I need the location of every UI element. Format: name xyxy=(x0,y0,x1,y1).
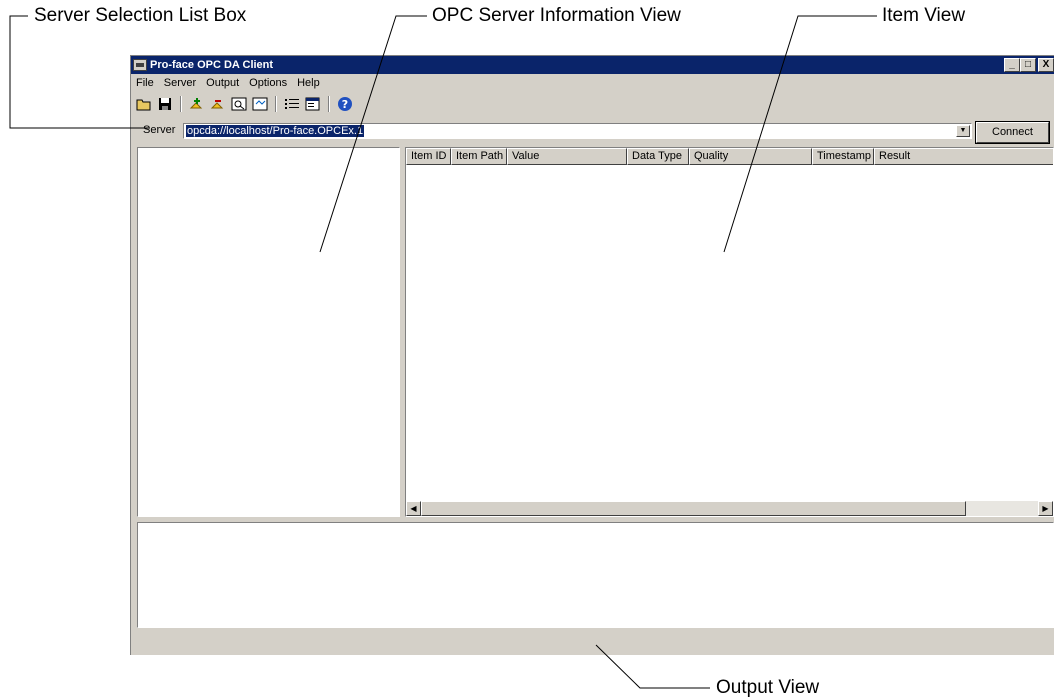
server-selection-list-box[interactable]: opcda://localhost/Pro-face.OPCEx.1 ▼ xyxy=(183,123,972,139)
column-header-result[interactable]: Result xyxy=(874,148,1053,165)
minimize-button[interactable]: _ xyxy=(1004,58,1020,72)
horizontal-scrollbar[interactable]: ◀ ▶ xyxy=(406,501,1053,516)
menu-server[interactable]: Server xyxy=(159,75,201,91)
menu-file[interactable]: File xyxy=(131,75,159,91)
item-table-header: Item ID Item Path Value Data Type Qualit… xyxy=(406,148,1053,165)
toolbar-separator xyxy=(275,96,277,112)
status-bar xyxy=(131,632,1054,654)
callout-output-view: Output View xyxy=(716,677,820,698)
column-header-data-type[interactable]: Data Type xyxy=(627,148,689,165)
save-icon[interactable] xyxy=(156,95,174,113)
app-window: Pro-face OPC DA Client _ □ X File Server… xyxy=(130,55,1054,655)
svg-text:?: ? xyxy=(342,98,348,111)
menu-help[interactable]: Help xyxy=(292,75,325,91)
server-row: Server opcda://localhost/Pro-face.OPCEx.… xyxy=(131,119,1054,144)
callout-item-view: Item View xyxy=(882,5,966,26)
title-bar[interactable]: Pro-face OPC DA Client _ □ X xyxy=(131,56,1054,74)
refresh-icon[interactable] xyxy=(251,95,269,113)
close-button[interactable]: X xyxy=(1038,58,1054,72)
menu-output[interactable]: Output xyxy=(201,75,244,91)
scroll-left-icon[interactable]: ◀ xyxy=(406,501,421,516)
help-icon[interactable]: ? xyxy=(336,95,354,113)
window-title: Pro-face OPC DA Client xyxy=(150,59,274,71)
column-header-item-id[interactable]: Item ID xyxy=(406,148,451,165)
list-icon[interactable] xyxy=(283,95,301,113)
connect-button[interactable]: Connect xyxy=(975,121,1050,144)
remove-server-icon[interactable] xyxy=(209,95,227,113)
toolbar: ? xyxy=(135,94,354,114)
server-value[interactable]: opcda://localhost/Pro-face.OPCEx.1 xyxy=(186,125,365,137)
menu-options[interactable]: Options xyxy=(244,75,292,91)
window-controls: _ □ X xyxy=(1004,58,1054,72)
callout-opc-server-info: OPC Server Information View xyxy=(432,5,681,26)
browse-icon[interactable] xyxy=(230,95,248,113)
column-header-timestamp[interactable]: Timestamp xyxy=(812,148,874,165)
menu-bar: File Server Output Options Help xyxy=(131,75,325,91)
scrollbar-thumb[interactable] xyxy=(421,501,966,516)
add-server-icon[interactable] xyxy=(188,95,206,113)
callout-server-selection: Server Selection List Box xyxy=(34,5,247,26)
column-header-value[interactable]: Value xyxy=(507,148,627,165)
properties-icon[interactable] xyxy=(304,95,322,113)
item-view[interactable]: Item ID Item Path Value Data Type Qualit… xyxy=(405,147,1054,517)
toolbar-separator xyxy=(328,96,330,112)
app-icon xyxy=(133,59,147,71)
open-icon[interactable] xyxy=(135,95,153,113)
maximize-button[interactable]: □ xyxy=(1020,58,1036,72)
server-label: Server xyxy=(143,124,176,136)
opc-server-information-view[interactable] xyxy=(137,147,400,517)
column-header-item-path[interactable]: Item Path xyxy=(451,148,507,165)
column-header-quality[interactable]: Quality xyxy=(689,148,812,165)
dropdown-arrow-icon[interactable]: ▼ xyxy=(956,125,970,137)
output-view[interactable] xyxy=(137,522,1054,628)
scroll-right-icon[interactable]: ▶ xyxy=(1038,501,1053,516)
toolbar-separator xyxy=(180,96,182,112)
